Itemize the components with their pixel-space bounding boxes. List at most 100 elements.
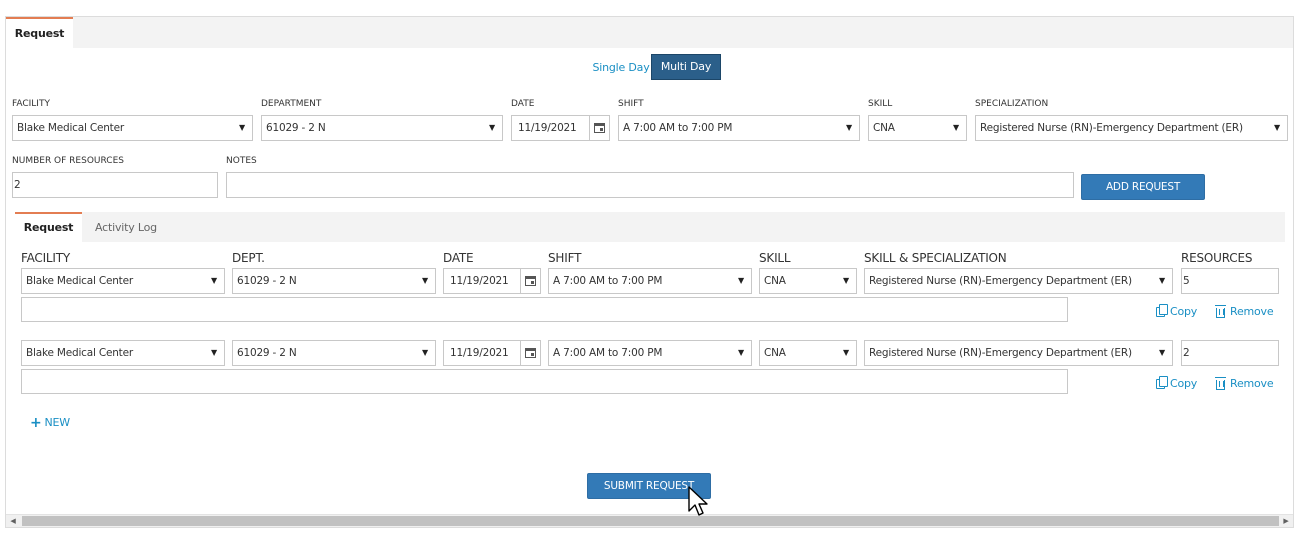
caret-down-icon: ▼	[738, 276, 744, 285]
row-skill-select[interactable]: CNA ▼	[759, 340, 857, 366]
tab-request-list[interactable]: Request	[15, 212, 82, 242]
row-shift-value: A 7:00 AM to 7:00 PM	[553, 275, 663, 287]
row-facility-value: Blake Medical Center	[26, 275, 133, 287]
row-dept-select[interactable]: 61029 - 2 N ▼	[232, 268, 436, 294]
plus-icon: +	[30, 414, 42, 431]
caret-down-icon: ▼	[738, 348, 744, 357]
row-facility-select[interactable]: Blake Medical Center ▼	[21, 340, 225, 366]
calendar-icon	[594, 123, 605, 133]
specialization-select[interactable]: Registered Nurse (RN)-Emergency Departme…	[975, 115, 1288, 141]
specialization-select-value: Registered Nurse (RN)-Emergency Departme…	[980, 122, 1243, 134]
skill-select[interactable]: CNA ▼	[868, 115, 967, 141]
notes-label: NOTES	[226, 156, 257, 166]
copy-icon	[1156, 375, 1168, 389]
row-specialization-select[interactable]: Registered Nurse (RN)-Emergency Departme…	[864, 340, 1173, 366]
trash-icon	[1215, 376, 1226, 390]
row-date-value: 11/19/2021	[450, 347, 509, 359]
copy-row-button[interactable]: Copy	[1156, 303, 1198, 318]
row-notes-input[interactable]	[21, 297, 1068, 322]
caret-down-icon: ▼	[843, 276, 849, 285]
row-date-input[interactable]: 11/19/2021	[443, 268, 541, 294]
add-request-button[interactable]: ADD REQUEST	[1081, 174, 1205, 200]
caret-down-icon: ▼	[1274, 123, 1280, 132]
caret-down-icon: ▼	[489, 123, 495, 132]
department-select-value: 61029 - 2 N	[266, 122, 326, 134]
department-label: DEPARTMENT	[261, 99, 322, 109]
shift-label: SHIFT	[618, 99, 644, 109]
number-of-resources-value: 2	[14, 179, 21, 191]
inner-tab-bar: Request Activity Log	[15, 212, 1285, 242]
row-specialization-value: Registered Nurse (RN)-Emergency Departme…	[869, 275, 1132, 287]
scrollbar-thumb[interactable]	[22, 516, 1279, 526]
skill-select-value: CNA	[873, 122, 895, 134]
new-label: NEW	[44, 416, 71, 429]
copy-label: Copy	[1170, 377, 1198, 390]
calendar-icon	[525, 276, 536, 286]
skill-label: SKILL	[868, 99, 893, 109]
specialization-label: SPECIALIZATION	[975, 99, 1049, 109]
date-input[interactable]: 11/19/2021	[511, 115, 610, 141]
row-dept-select[interactable]: 61029 - 2 N ▼	[232, 340, 436, 366]
copy-row-button[interactable]: Copy	[1156, 375, 1198, 390]
calendar-button[interactable]	[520, 269, 540, 293]
col-header-shift: SHIFT	[548, 251, 582, 265]
date-label: DATE	[511, 99, 535, 109]
calendar-icon	[525, 348, 536, 358]
copy-icon	[1156, 303, 1168, 317]
caret-down-icon: ▼	[239, 123, 245, 132]
row-specialization-select[interactable]: Registered Nurse (RN)-Emergency Departme…	[864, 268, 1173, 294]
col-header-facility: FACILITY	[21, 251, 71, 265]
row-facility-select[interactable]: Blake Medical Center ▼	[21, 268, 225, 294]
horizontal-scrollbar[interactable]: ◀ ▶	[6, 514, 1293, 527]
facility-label: FACILITY	[12, 99, 50, 109]
calendar-button[interactable]	[589, 116, 609, 140]
facility-select-value: Blake Medical Center	[17, 122, 124, 134]
shift-select[interactable]: A 7:00 AM to 7:00 PM ▼	[618, 115, 860, 141]
calendar-button[interactable]	[520, 341, 540, 365]
row-resources-value: 2	[1183, 347, 1190, 359]
outer-tab-bar: Request	[6, 17, 1293, 48]
row-shift-select[interactable]: A 7:00 AM to 7:00 PM ▼	[548, 268, 752, 294]
caret-down-icon: ▼	[953, 123, 959, 132]
col-header-skill: SKILL	[759, 251, 791, 265]
row-date-value: 11/19/2021	[450, 275, 509, 287]
remove-label: Remove	[1230, 305, 1274, 318]
department-select[interactable]: 61029 - 2 N ▼	[261, 115, 503, 141]
col-header-skill-specialization: SKILL & SPECIALIZATION	[864, 251, 1007, 265]
row-resources-input[interactable]: 5	[1181, 268, 1279, 294]
col-header-resources: RESOURCES	[1181, 251, 1253, 265]
add-new-row-link[interactable]: + NEW	[30, 414, 71, 431]
caret-down-icon: ▼	[1159, 348, 1165, 357]
caret-down-icon: ▼	[211, 348, 217, 357]
multi-day-toggle[interactable]: Multi Day	[651, 54, 721, 80]
notes-input[interactable]	[226, 172, 1074, 198]
tab-request[interactable]: Request	[6, 17, 73, 48]
row-dept-value: 61029 - 2 N	[237, 275, 297, 287]
number-of-resources-input[interactable]: 2	[12, 172, 218, 198]
col-header-date: DATE	[443, 251, 474, 265]
trash-icon	[1215, 304, 1226, 318]
remove-row-button[interactable]: Remove	[1215, 376, 1274, 390]
remove-row-button[interactable]: Remove	[1215, 304, 1274, 318]
row-resources-input[interactable]: 2	[1181, 340, 1279, 366]
request-panel: Request Single Day Multi Day FACILITY DE…	[5, 16, 1294, 528]
scroll-right-icon[interactable]: ▶	[1279, 515, 1293, 527]
row-specialization-value: Registered Nurse (RN)-Emergency Departme…	[869, 347, 1132, 359]
row-shift-value: A 7:00 AM to 7:00 PM	[553, 347, 663, 359]
row-resources-value: 5	[1183, 275, 1190, 287]
col-header-dept: DEPT.	[232, 251, 265, 265]
copy-label: Copy	[1170, 305, 1198, 318]
row-skill-select[interactable]: CNA ▼	[759, 268, 857, 294]
caret-down-icon: ▼	[422, 276, 428, 285]
row-dept-value: 61029 - 2 N	[237, 347, 297, 359]
facility-select[interactable]: Blake Medical Center ▼	[12, 115, 253, 141]
row-notes-input[interactable]	[21, 369, 1068, 394]
row-date-input[interactable]: 11/19/2021	[443, 340, 541, 366]
number-of-resources-label: NUMBER OF RESOURCES	[12, 156, 124, 166]
shift-select-value: A 7:00 AM to 7:00 PM	[623, 122, 733, 134]
scroll-left-icon[interactable]: ◀	[6, 515, 20, 527]
row-shift-select[interactable]: A 7:00 AM to 7:00 PM ▼	[548, 340, 752, 366]
single-day-toggle[interactable]: Single Day	[587, 55, 655, 80]
date-input-value: 11/19/2021	[518, 122, 577, 134]
tab-activity-log[interactable]: Activity Log	[95, 212, 157, 242]
